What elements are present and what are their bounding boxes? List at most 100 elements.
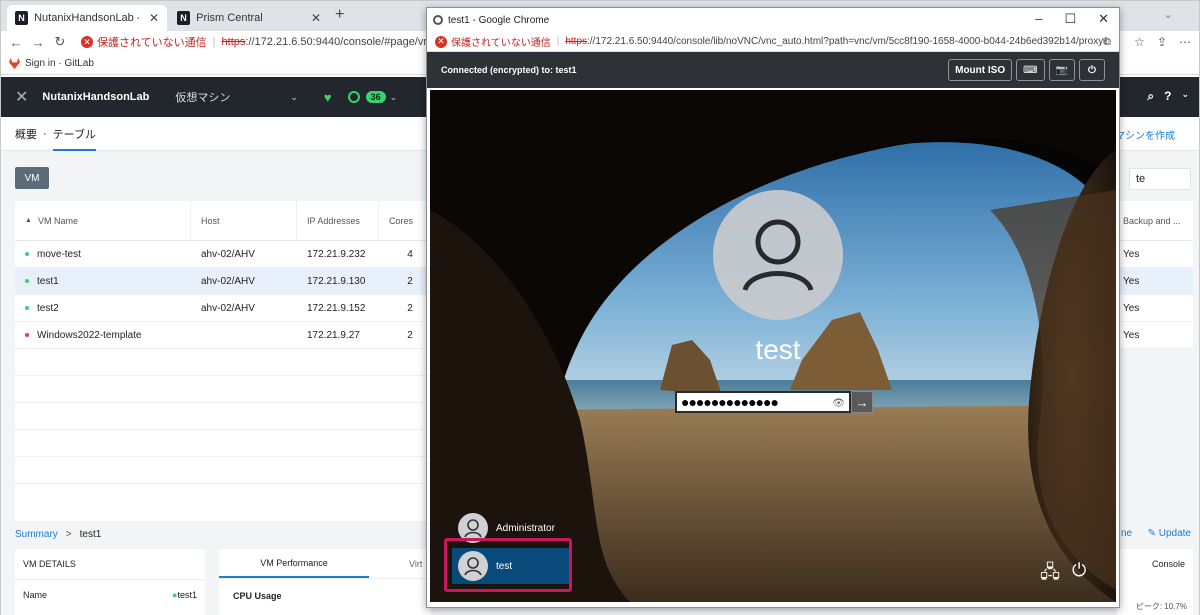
breadcrumb-summary[interactable]: Summary <box>15 529 58 540</box>
table-row[interactable]: move-test ahv-02/AHV 172.21.9.232 4 <box>15 241 431 268</box>
console-tab[interactable]: Console <box>1117 549 1193 579</box>
chevron-down-icon[interactable]: ⌄ <box>1181 89 1189 104</box>
vm-performance-panel: VM Performance Virt CPU Usage <box>219 549 431 615</box>
column-header-cores[interactable]: Cores <box>379 201 431 240</box>
backup-value: Yes <box>1117 295 1193 322</box>
status-on-icon <box>25 306 29 310</box>
vnc-tools: Mount ISO ⌨ 📷 ⏻ <box>948 59 1105 81</box>
vnc-toolbar: Connected (encrypted) to: test1 Mount IS… <box>427 52 1119 88</box>
window-titlebar[interactable]: test1 - Google Chrome – ☐ ✕ <box>427 8 1119 32</box>
tab-label: NutanixHandsonLab - Prism Ele <box>34 12 139 24</box>
vm-table: ▲ VM Name Host IP Addresses Cores move-t… <box>15 201 431 525</box>
nutanix-favicon-icon: N <box>15 11 29 25</box>
column-header-host[interactable]: Host <box>191 201 297 240</box>
user-avatar-large <box>713 190 843 320</box>
peak-value: ピーク: 10.7% <box>1135 602 1187 611</box>
table-row[interactable]: Windows2022-template 172.21.9.27 2 <box>15 322 431 349</box>
gitlab-icon <box>9 58 20 69</box>
empty-row <box>15 376 431 403</box>
main-menu-dropdown[interactable]: 仮想マシン <box>175 89 230 105</box>
screenshot-camera-icon[interactable]: 📷 <box>1048 59 1075 81</box>
chrome-icon <box>433 15 443 25</box>
close-tab-icon[interactable]: ✕ <box>149 11 159 25</box>
more-icon[interactable]: ⋯ <box>1179 35 1191 52</box>
forward-icon[interactable]: → <box>27 35 49 50</box>
table-row-selected[interactable]: test1 ahv-02/AHV 172.21.9.130 2 <box>15 268 431 295</box>
url-separator: | <box>212 36 216 48</box>
close-icon[interactable]: ✕ <box>1098 11 1109 27</box>
table-header: ▲ VM Name Host IP Addresses Cores <box>15 201 431 241</box>
tab-table[interactable]: テーブル <box>52 117 97 151</box>
tab-label: Prism Central <box>196 12 263 24</box>
column-header-vm-name[interactable]: ▲ VM Name <box>15 201 191 240</box>
tab-search-chevron-icon[interactable]: ⌄ <box>1163 7 1173 21</box>
subtab-separator: · <box>43 127 47 140</box>
column-header-backup[interactable]: Backup and ... <box>1117 201 1181 240</box>
search-icon[interactable]: ⌕ <box>1147 89 1154 104</box>
url-scheme[interactable]: https <box>222 36 246 48</box>
tab-prism-element[interactable]: N NutanixHandsonLab - Prism Ele ✕ <box>7 5 167 31</box>
reload-icon[interactable]: ↻ <box>49 34 71 50</box>
login-username: test <box>755 334 801 365</box>
share-icon[interactable]: ⇪ <box>1157 35 1167 52</box>
status-on-icon <box>25 279 29 283</box>
alerts-ring-icon[interactable] <box>347 91 360 103</box>
vm-filter-button[interactable]: VM <box>15 167 49 189</box>
nutanix-logo-icon[interactable]: ✕ <box>15 87 28 107</box>
name-value: ●test1 <box>172 590 197 600</box>
power-icon[interactable]: ⏻ <box>1079 59 1105 81</box>
vnc-console-window: test1 - Google Chrome – ☐ ✕ ✕ 保護されていない通信… <box>426 7 1120 608</box>
popup-address-bar: ✕ 保護されていない通信 | https://172.21.6.50:9440/… <box>427 32 1119 52</box>
cluster-name[interactable]: NutanixHandsonLab <box>42 91 149 103</box>
user-name: Administrator <box>496 522 555 534</box>
security-warning[interactable]: ✕ 保護されていない通信 <box>81 34 207 50</box>
navbar-right-tools: ⌕ ? ⌄ <box>1147 89 1189 104</box>
mount-iso-button[interactable]: Mount ISO <box>948 59 1013 81</box>
vm-search-input[interactable]: te <box>1129 168 1191 190</box>
submit-arrow-button[interactable]: → <box>851 391 873 413</box>
health-heart-icon[interactable]: ♥ <box>324 90 332 105</box>
reveal-password-eye-icon[interactable]: 👁 <box>832 395 845 413</box>
breadcrumb-current: test1 <box>79 528 102 540</box>
close-tab-icon[interactable]: ✕ <box>311 11 321 25</box>
url-scheme[interactable]: https <box>565 36 587 47</box>
empty-row <box>15 349 431 376</box>
send-keys-icon[interactable]: ⌨ <box>1016 59 1045 81</box>
maximize-icon[interactable]: ☐ <box>1064 11 1076 27</box>
back-icon[interactable]: ← <box>5 35 27 50</box>
window-controls: – ☐ ✕ <box>1035 11 1109 27</box>
breadcrumb-separator: > <box>65 528 72 540</box>
backup-value: Yes <box>1117 322 1193 349</box>
empty-row <box>15 484 431 525</box>
status-on-icon <box>25 252 29 256</box>
url-text[interactable]: ://172.21.6.50:9440/console/lib/noVNC/vn… <box>587 36 1107 47</box>
window-title: test1 - Google Chrome <box>448 14 550 26</box>
password-input[interactable]: ●●●●●●●●●●●●● 👁 <box>675 391 851 413</box>
chevron-down-icon[interactable]: ⌄ <box>290 92 298 103</box>
warning-icon: ✕ <box>81 36 93 48</box>
help-icon[interactable]: ? <box>1164 89 1171 104</box>
tab-prism-central[interactable]: N Prism Central ✕ <box>169 5 329 31</box>
empty-row <box>15 403 431 430</box>
minimize-icon[interactable]: – <box>1035 11 1042 27</box>
connection-status: Connected (encrypted) to: test1 <box>441 65 577 75</box>
power-options-icon[interactable]: ⏻ <box>1072 560 1086 581</box>
vm-console-screen[interactable]: test ●●●●●●●●●●●●● 👁 → Administrator tes… <box>430 90 1116 602</box>
empty-row <box>15 457 431 484</box>
network-icon[interactable]: 🖧 <box>1040 560 1060 590</box>
translate-icon[interactable]: ⧉ <box>1103 36 1111 49</box>
alert-count-badge[interactable]: 36 <box>365 91 386 103</box>
tab-virtual-disks[interactable]: Virt <box>369 559 422 569</box>
vm-details-panel: VM DETAILS Name ●test1 <box>15 549 205 615</box>
bookmark-gitlab[interactable]: Sign in · GitLab <box>25 58 94 69</box>
column-header-ip[interactable]: IP Addresses <box>297 201 379 240</box>
action-link-partial[interactable]: ne <box>1121 528 1132 539</box>
tab-vm-performance[interactable]: VM Performance <box>219 550 369 578</box>
update-link[interactable]: ✎ Update <box>1148 528 1191 539</box>
table-row[interactable]: test2 ahv-02/AHV 172.21.9.152 2 <box>15 295 431 322</box>
password-mask: ●●●●●●●●●●●●● <box>681 394 779 410</box>
tab-overview[interactable]: 概要 <box>15 126 37 142</box>
new-tab-icon[interactable]: + <box>335 6 344 24</box>
chevron-down-icon[interactable]: ⌄ <box>390 92 398 103</box>
favorites-icon[interactable]: ☆ <box>1134 35 1145 52</box>
